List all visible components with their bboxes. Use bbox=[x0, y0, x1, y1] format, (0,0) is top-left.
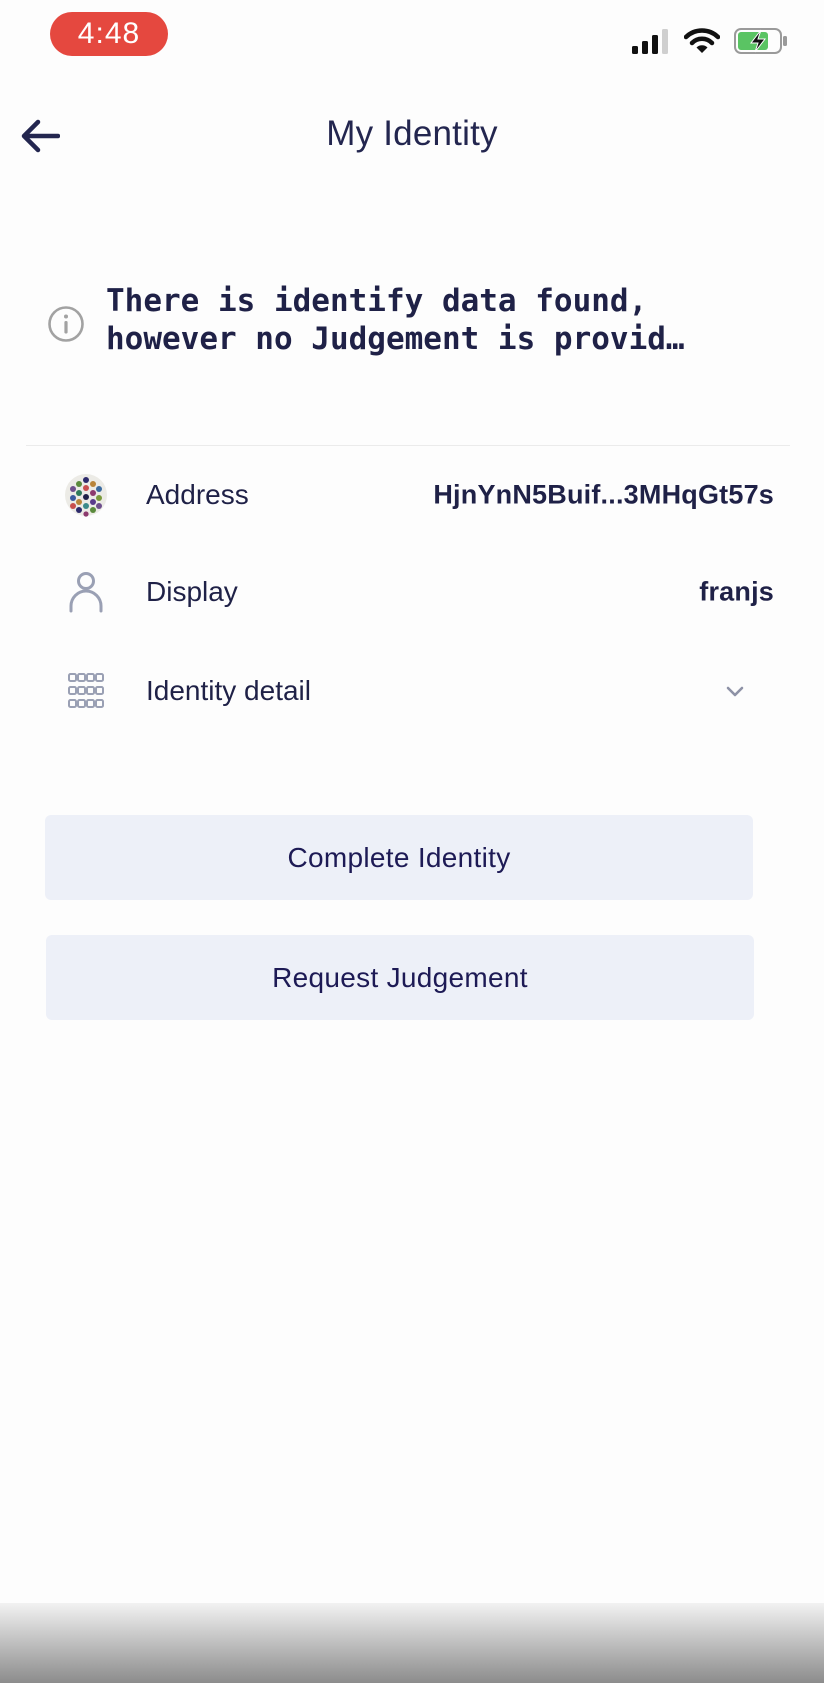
nav-bar: My Identity bbox=[0, 100, 824, 172]
battery-charging-icon bbox=[734, 28, 787, 54]
display-label: Display bbox=[146, 576, 238, 607]
wifi-icon bbox=[684, 28, 720, 53]
info-icon bbox=[48, 306, 84, 342]
address-value: HjnYnN5Buif...3MHqGt57s bbox=[433, 479, 774, 510]
page-title: My Identity bbox=[326, 114, 498, 153]
request-judgement-button[interactable]: Request Judgement bbox=[46, 935, 754, 1020]
divider bbox=[26, 445, 790, 446]
status-icons bbox=[632, 25, 788, 57]
identity-detail-row[interactable]: Identity detail bbox=[60, 656, 774, 726]
person-icon bbox=[64, 570, 108, 614]
display-value: franjs bbox=[699, 576, 774, 607]
complete-identity-button[interactable]: Complete Identity bbox=[45, 815, 753, 900]
status-bar: 4:48 bbox=[0, 0, 824, 70]
identicon-avatar bbox=[64, 473, 108, 517]
cellular-signal-icon bbox=[632, 29, 668, 54]
bottom-fade bbox=[0, 1603, 824, 1683]
display-row: Display franjs bbox=[60, 557, 774, 627]
grid-icon bbox=[64, 669, 108, 713]
chevron-down-icon[interactable] bbox=[722, 678, 748, 704]
status-time: 4:48 bbox=[50, 12, 168, 56]
notice-text: There is identify data found, however no… bbox=[106, 283, 685, 357]
address-label: Address bbox=[146, 479, 249, 510]
identity-detail-label: Identity detail bbox=[146, 675, 311, 706]
judgement-notice: There is identify data found, however no… bbox=[46, 282, 786, 362]
address-row: Address HjnYnN5Buif...3MHqGt57s bbox=[60, 460, 774, 530]
